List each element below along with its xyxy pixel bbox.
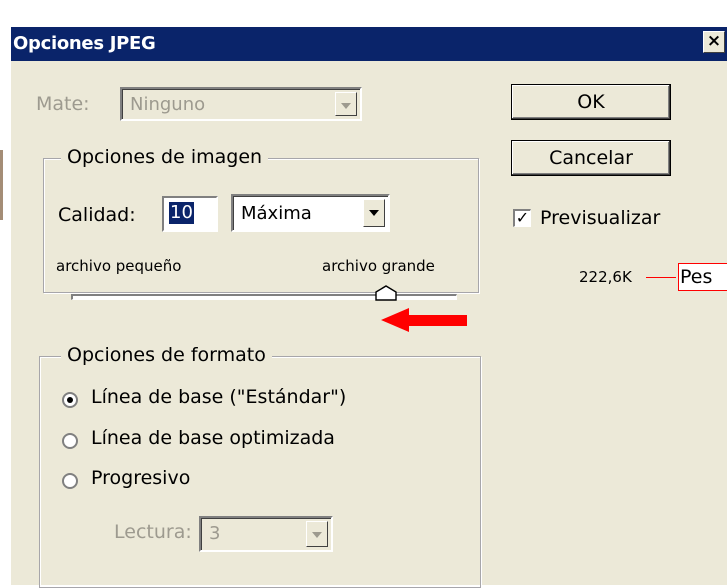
radio-baseline-optimized[interactable] — [62, 433, 78, 449]
image-options-title: Opciones de imagen — [61, 146, 269, 168]
quality-preset-select[interactable]: Máxima — [231, 194, 390, 232]
chevron-down-icon[interactable] — [306, 521, 328, 547]
cancel-button[interactable]: Cancelar — [511, 140, 671, 176]
file-size-readout: 222,6K — [579, 268, 632, 286]
radio-baseline-label: Línea de base ("Estándar") — [91, 386, 347, 408]
title-bar[interactable]: Opciones JPEG × — [11, 27, 727, 61]
window-title: Opciones JPEG — [13, 33, 156, 54]
close-icon: × — [706, 31, 722, 51]
radio-baseline-optimized-label: Línea de base optimizada — [91, 427, 335, 449]
quality-input[interactable]: 10 — [162, 196, 218, 232]
ok-button-label: OK — [577, 91, 605, 113]
chevron-down-icon[interactable] — [363, 199, 385, 227]
quality-slider-thumb[interactable] — [375, 285, 397, 301]
ok-button[interactable]: OK — [511, 84, 671, 120]
background-fragment — [118, 0, 178, 6]
quality-preset-value: Máxima — [241, 203, 312, 224]
scans-select[interactable]: 3 — [199, 516, 333, 552]
cancel-button-label: Cancelar — [549, 147, 633, 169]
radio-progressive-label: Progresivo — [91, 467, 191, 489]
quality-slider-track[interactable] — [71, 294, 457, 300]
format-options-title: Opciones de formato — [61, 344, 272, 366]
slider-max-label: archivo grande — [322, 257, 435, 275]
checkmark-icon: ✓ — [515, 208, 530, 227]
annotation-arrow-icon — [381, 308, 467, 332]
background-edge — [0, 150, 3, 220]
radio-baseline[interactable] — [62, 392, 78, 408]
scans-label: Lectura: — [114, 521, 192, 543]
scans-select-value: 3 — [209, 523, 221, 544]
slider-min-label: archivo pequeño — [56, 257, 182, 275]
jpeg-options-dialog: Opciones JPEG × Mate: Ninguno OK Cancela… — [10, 26, 727, 588]
radio-progressive[interactable] — [62, 473, 78, 489]
chevron-down-icon[interactable] — [335, 92, 357, 116]
quality-input-value: 10 — [169, 202, 194, 224]
preview-label: Previsualizar — [540, 207, 661, 229]
preview-checkbox[interactable]: ✓ — [513, 209, 531, 227]
close-button[interactable]: × — [703, 31, 725, 53]
mate-label: Mate: — [36, 93, 90, 115]
annotation-label: Pes — [678, 263, 727, 291]
annotation-leader-line — [646, 277, 676, 278]
quality-label: Calidad: — [58, 204, 136, 226]
mate-select-value: Ninguno — [130, 94, 206, 115]
mate-select[interactable]: Ninguno — [120, 87, 362, 121]
